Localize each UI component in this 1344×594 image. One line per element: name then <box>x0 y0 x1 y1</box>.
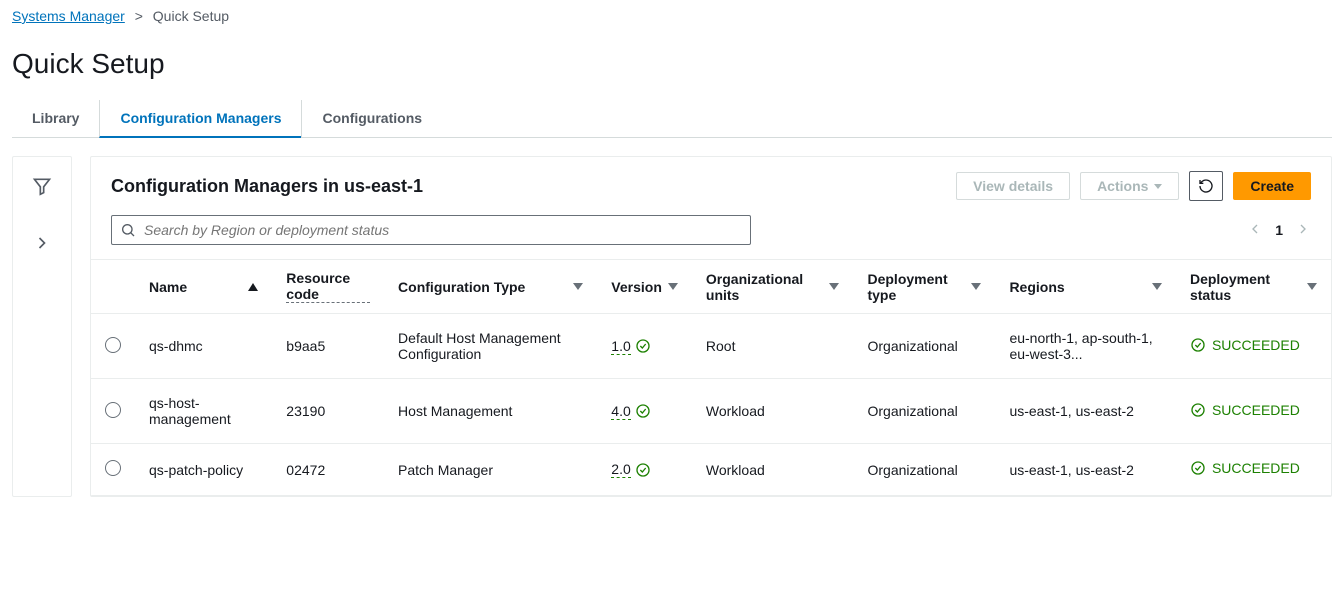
filter-dropdown-icon <box>829 283 839 290</box>
cell-config-type: Host Management <box>384 379 597 444</box>
filter-dropdown-icon <box>1152 283 1162 290</box>
col-config-type-label: Configuration Type <box>398 279 525 295</box>
chevron-left-icon <box>1247 221 1263 237</box>
sort-asc-icon <box>248 283 258 291</box>
chevron-right-icon <box>1295 221 1311 237</box>
tabs: Library Configuration Managers Configura… <box>12 100 1332 138</box>
cell-resource-code: 02472 <box>272 444 384 496</box>
cell-status: SUCCEEDED <box>1176 314 1331 379</box>
cell-deploy-type: Organizational <box>853 444 995 496</box>
col-regions-label: Regions <box>1009 279 1064 295</box>
pager-prev[interactable] <box>1247 221 1263 240</box>
row-select-radio[interactable] <box>105 337 121 353</box>
row-select-radio[interactable] <box>105 460 121 476</box>
cell-version: 4.0 <box>597 379 692 444</box>
table-scroll[interactable]: Name Resource code Configuration Type Ve… <box>91 259 1331 496</box>
cell-status: SUCCEEDED <box>1176 379 1331 444</box>
col-version-label: Version <box>611 279 662 295</box>
tab-configurations[interactable]: Configurations <box>301 100 442 137</box>
cell-name: qs-host-management <box>135 379 272 444</box>
breadcrumb-parent-link[interactable]: Systems Manager <box>12 8 125 24</box>
table-row: qs-dhmcb9aa5Default Host Management Conf… <box>91 314 1331 379</box>
cell-regions: us-east-1, us-east-2 <box>995 379 1176 444</box>
breadcrumb: Systems Manager > Quick Setup <box>0 0 1344 32</box>
cell-resource-code: 23190 <box>272 379 384 444</box>
filter-dropdown-icon <box>1307 283 1317 290</box>
cell-org-units: Workload <box>692 444 854 496</box>
cell-regions: eu-north-1, ap-south-1, eu-west-3... <box>995 314 1176 379</box>
view-details-button[interactable]: View details <box>956 172 1070 200</box>
cell-name: qs-dhmc <box>135 314 272 379</box>
check-circle-icon <box>1190 402 1206 418</box>
col-name-label: Name <box>149 279 187 295</box>
cell-deploy-type: Organizational <box>853 379 995 444</box>
actions-button-label: Actions <box>1097 178 1148 194</box>
refresh-button[interactable] <box>1189 171 1223 201</box>
col-config-type[interactable]: Configuration Type <box>384 260 597 314</box>
col-name[interactable]: Name <box>135 260 272 314</box>
tab-library[interactable]: Library <box>12 100 99 137</box>
cell-version: 1.0 <box>597 314 692 379</box>
filter-dropdown-icon <box>971 283 981 290</box>
check-circle-icon <box>1190 337 1206 353</box>
cell-status: SUCCEEDED <box>1176 444 1331 496</box>
col-resource-code-label: Resource code <box>286 270 370 303</box>
col-org-units-label: Organizational units <box>706 271 824 303</box>
actions-button[interactable]: Actions <box>1080 172 1179 200</box>
filter-dropdown-icon <box>573 283 583 290</box>
check-circle-icon <box>635 338 651 354</box>
filter-dropdown-icon <box>668 283 678 290</box>
side-panel <box>12 156 72 497</box>
refresh-icon <box>1198 178 1214 194</box>
row-select-radio[interactable] <box>105 402 121 418</box>
col-org-units[interactable]: Organizational units <box>692 260 854 314</box>
search-input[interactable] <box>142 221 742 239</box>
col-resource-code[interactable]: Resource code <box>272 260 384 314</box>
filter-icon[interactable] <box>31 175 53 197</box>
cell-version: 2.0 <box>597 444 692 496</box>
col-deploy-type-label: Deployment type <box>867 271 965 303</box>
cell-org-units: Root <box>692 314 854 379</box>
cell-deploy-type: Organizational <box>853 314 995 379</box>
cell-regions: us-east-1, us-east-2 <box>995 444 1176 496</box>
cell-name: qs-patch-policy <box>135 444 272 496</box>
search-box[interactable] <box>111 215 751 245</box>
panel-title: Configuration Managers in us-east-1 <box>111 176 423 197</box>
page-title: Quick Setup <box>12 48 1332 80</box>
tab-configuration-managers[interactable]: Configuration Managers <box>99 100 301 138</box>
pager: 1 <box>1247 221 1311 240</box>
table-row: qs-patch-policy02472Patch Manager2.0Work… <box>91 444 1331 496</box>
create-button[interactable]: Create <box>1233 172 1311 200</box>
col-version[interactable]: Version <box>597 260 692 314</box>
pager-next[interactable] <box>1295 221 1311 240</box>
cell-config-type: Default Host Management Configuration <box>384 314 597 379</box>
caret-down-icon <box>1154 184 1162 189</box>
col-deploy-status[interactable]: Deployment status <box>1176 260 1331 314</box>
col-regions[interactable]: Regions <box>995 260 1176 314</box>
chevron-right-icon: > <box>135 8 143 24</box>
check-circle-icon <box>1190 460 1206 476</box>
col-deploy-type[interactable]: Deployment type <box>853 260 995 314</box>
pager-page-number: 1 <box>1275 222 1283 238</box>
table-row: qs-host-management23190Host Management4.… <box>91 379 1331 444</box>
search-icon <box>120 222 136 238</box>
chevron-right-icon[interactable] <box>31 232 53 254</box>
col-deploy-status-label: Deployment status <box>1190 271 1301 303</box>
breadcrumb-current: Quick Setup <box>153 8 229 24</box>
cell-config-type: Patch Manager <box>384 444 597 496</box>
content-panel: Configuration Managers in us-east-1 View… <box>90 156 1332 497</box>
check-circle-icon <box>635 403 651 419</box>
cell-resource-code: b9aa5 <box>272 314 384 379</box>
config-managers-table: Name Resource code Configuration Type Ve… <box>91 260 1331 496</box>
check-circle-icon <box>635 462 651 478</box>
cell-org-units: Workload <box>692 379 854 444</box>
